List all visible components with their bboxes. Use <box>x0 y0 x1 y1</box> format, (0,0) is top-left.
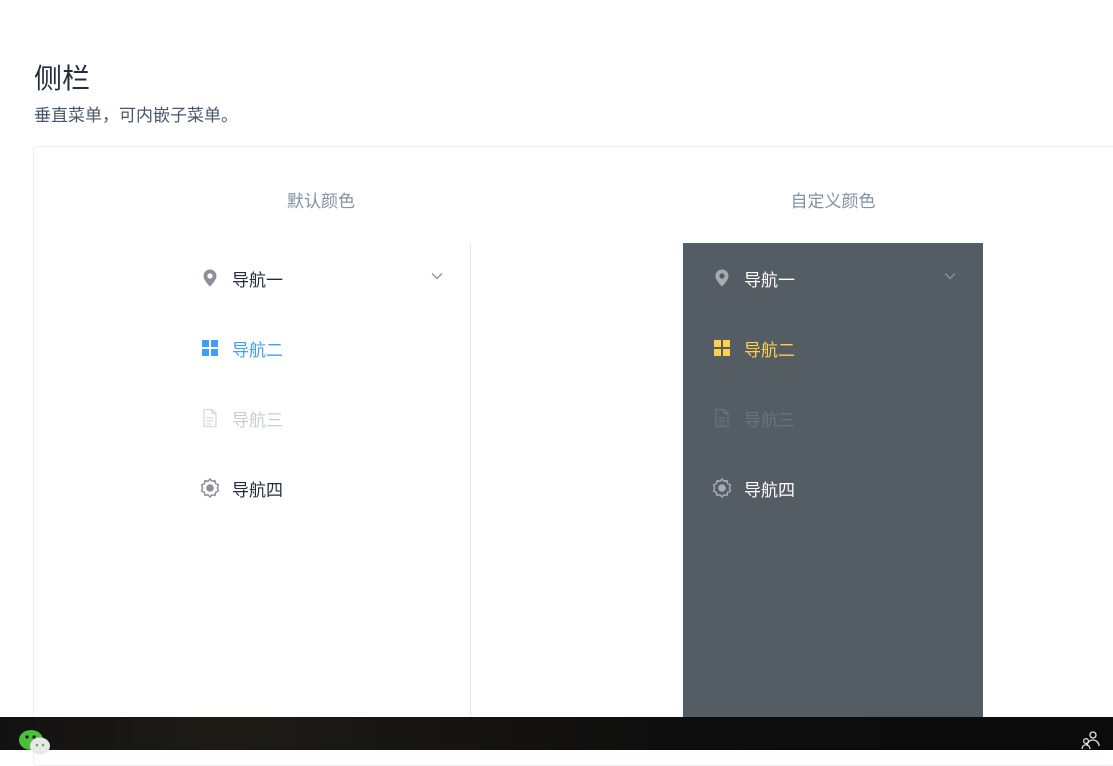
custom-menu-item-nav3: 导航三 <box>683 383 983 453</box>
default-menu-item-nav4[interactable]: 导航四 <box>171 453 470 523</box>
menu-item-label: 导航二 <box>232 340 283 361</box>
menu-item-label: 导航四 <box>744 480 795 501</box>
location-icon <box>200 268 220 288</box>
custom-menu-item-nav2[interactable]: 导航二 <box>683 313 983 383</box>
taskbar <box>0 717 1113 755</box>
setting-icon <box>200 478 220 498</box>
custom-menu: 导航一 导航二 导航三 导航四 <box>683 243 983 723</box>
menu-item-label: 导航四 <box>232 480 283 501</box>
menu-item-label: 导航二 <box>744 340 795 361</box>
default-menu-title: 默认颜色 <box>287 192 355 212</box>
location-icon <box>712 268 732 288</box>
default-menu-item-nav2[interactable]: 导航二 <box>171 313 470 383</box>
menu-item-label: 导航三 <box>744 410 795 431</box>
wechat-icon[interactable] <box>18 729 52 755</box>
custom-menu-title: 自定义颜色 <box>790 192 876 212</box>
menu-item-label: 导航一 <box>232 270 283 291</box>
default-menu: 导航一 导航二 导航三 导航四 <box>171 243 471 723</box>
chevron-down-icon[interactable] <box>430 269 444 283</box>
setting-icon <box>712 478 732 498</box>
menu-item-label: 导航三 <box>232 410 283 431</box>
people-icon[interactable] <box>1081 730 1101 750</box>
page-title: 侧栏 <box>34 61 91 95</box>
default-menu-item-nav3: 导航三 <box>171 383 470 453</box>
grid-icon <box>712 338 732 358</box>
custom-menu-item-nav1[interactable]: 导航一 <box>683 243 983 313</box>
custom-menu-item-nav4[interactable]: 导航四 <box>683 453 983 523</box>
document-icon <box>712 408 732 428</box>
document-icon <box>200 408 220 428</box>
default-menu-item-nav1[interactable]: 导航一 <box>171 243 470 313</box>
grid-icon <box>200 338 220 358</box>
chevron-down-icon[interactable] <box>943 269 957 283</box>
page-description: 垂直菜单，可内嵌子菜单。 <box>34 106 238 126</box>
menu-item-label: 导航一 <box>744 270 795 291</box>
